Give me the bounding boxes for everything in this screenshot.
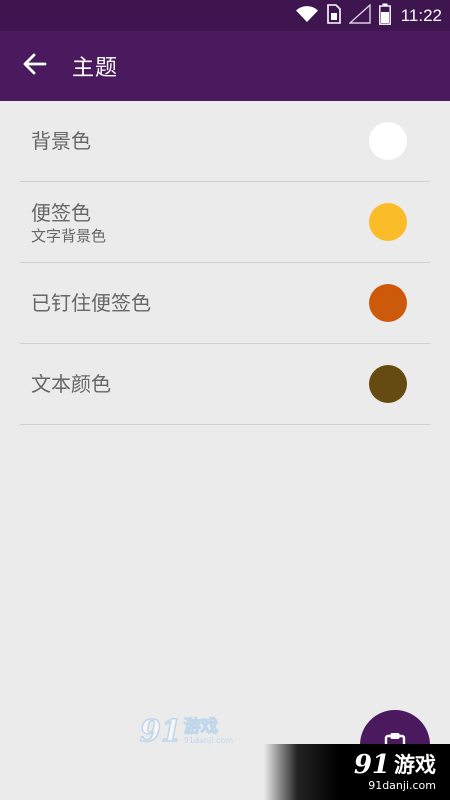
signal-icon [347,2,371,28]
setting-note-color[interactable]: 便签色 文字背景色 [20,182,430,263]
watermark-corner: 91 游戏 91danji.com [264,744,450,800]
back-button[interactable] [20,51,50,81]
watermark-corner-url: 91danji.com [368,779,436,792]
setting-sublabel: 文字背景色 [31,227,107,245]
status-bar: 11:22 [0,0,450,31]
settings-list: 背景色 便签色 文字背景色 已钉住便签色 文本颜色 [20,101,430,425]
watermark-text-group: 游戏 91danji.com [183,717,234,746]
page-title: 主题 [72,56,119,81]
setting-label: 已钉住便签色 [31,291,151,315]
arrow-left-icon [23,53,47,79]
watermark-corner-row: 91 游戏 [354,751,436,779]
watermark-logo-mark: 91 [139,713,182,750]
watermark-text: 游戏 [183,717,218,737]
wifi-icon [295,5,319,27]
setting-text: 文本颜色 [31,371,111,397]
setting-text-color[interactable]: 文本颜色 [20,344,430,425]
setting-label: 便签色 [31,201,91,225]
theme-settings-screen: 11:22 主题 背景色 便签色 文字背景色 已钉住便签色 文本颜色 91 游戏… [0,0,450,800]
watermark-corner-text: 游戏 [394,753,436,777]
setting-label: 文本颜色 [31,372,111,396]
setting-text: 便签色 文字背景色 [31,200,106,246]
setting-label: 背景色 [31,129,91,153]
app-bar: 主题 [0,31,450,101]
sim-card-icon [326,3,341,28]
setting-background-color[interactable]: 背景色 [20,101,430,182]
color-swatch-orange[interactable] [369,284,407,322]
battery-icon [378,3,391,29]
status-icons: 11:22 [295,0,442,31]
setting-text: 背景色 [31,128,91,154]
color-swatch-brown[interactable] [369,365,407,403]
color-swatch-white[interactable] [369,122,407,160]
color-swatch-yellow[interactable] [369,203,407,241]
setting-text: 已钉住便签色 [31,290,151,316]
watermark-logo: 91 游戏 91danji.com [139,713,234,750]
watermark-url: 91danji.com [183,736,234,745]
watermark-corner-logo: 91 [353,750,390,780]
status-time: 11:22 [400,5,442,25]
setting-pinned-note-color[interactable]: 已钉住便签色 [20,263,430,344]
